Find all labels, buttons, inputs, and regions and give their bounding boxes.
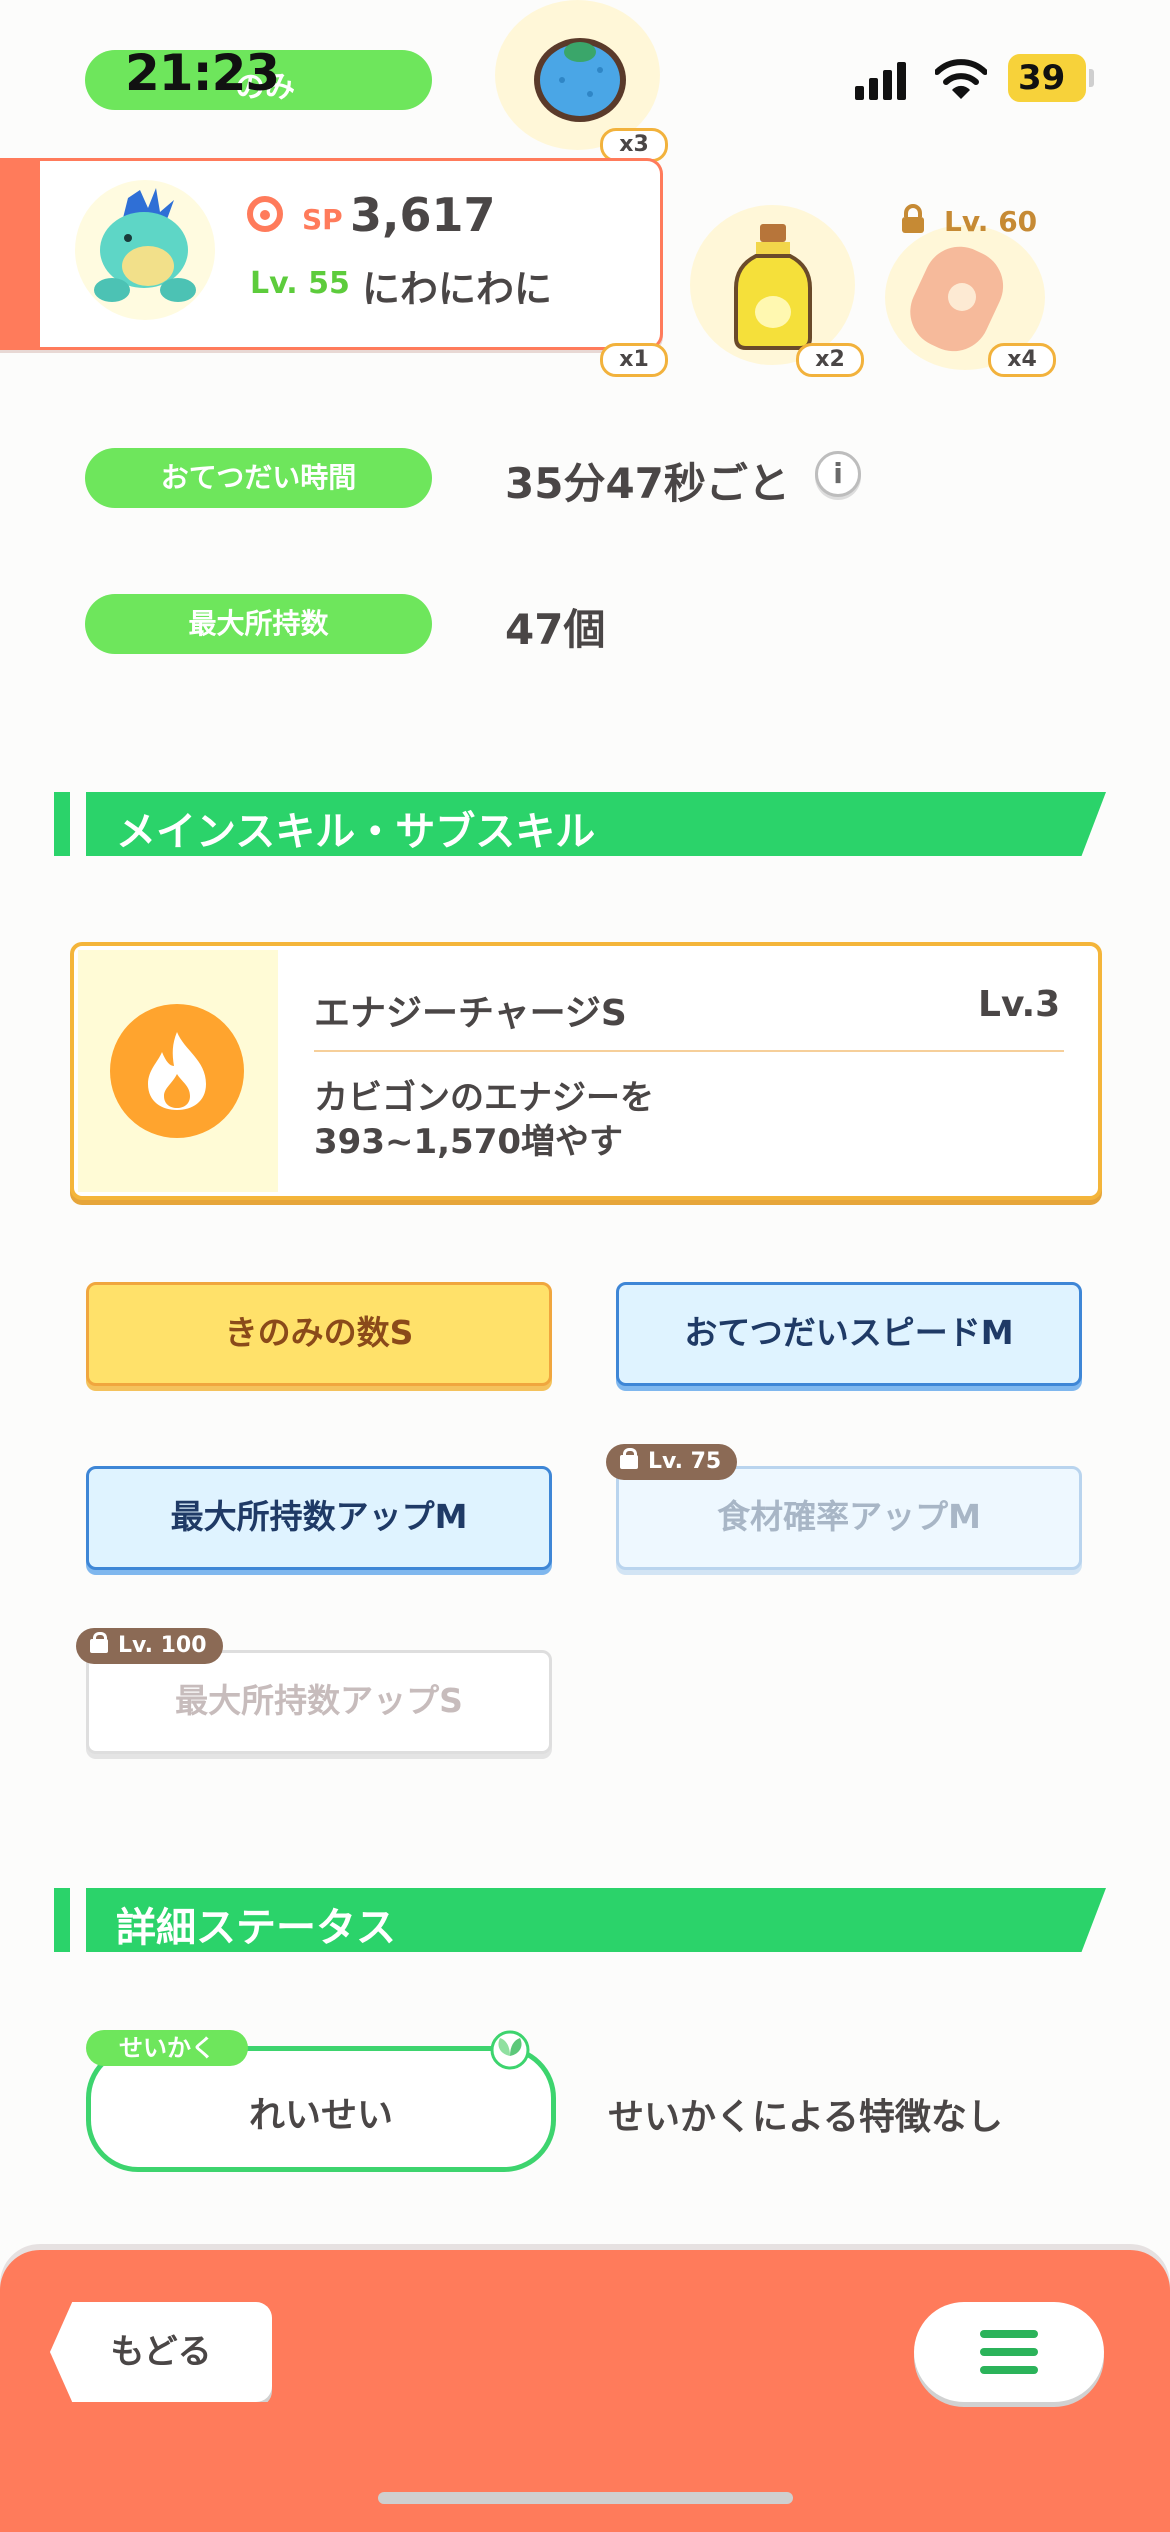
section-title-skills: メインスキル・サブスキル [116,809,596,855]
card-accent-strip [0,158,40,347]
main-skill-description: カビゴンのエナジーを 393~1,570増やす [314,1076,654,1164]
status-time: 21:23 [125,44,280,102]
section-marker [54,792,70,856]
wifi-icon [935,59,987,99]
section-marker [54,1888,70,1952]
nature-name: れいせい [248,2095,393,2136]
sub-skill-button[interactable]: 最大所持数アップM [86,1466,552,1570]
nature-description: せいかくによる特徴なし [608,2097,1003,2138]
info-icon[interactable]: i [815,451,861,497]
main-skill-name: エナジーチャージS [314,993,627,1034]
menu-button[interactable] [914,2302,1104,2402]
max-carry-label: 最大所持数 [85,594,432,654]
blue-berry-icon [534,38,626,122]
main-skill-desc-line1: カビゴンのエナジーを [314,1078,654,1118]
oil-bottle-icon [734,224,812,350]
help-time-value: 35分47秒ごと [505,459,790,508]
sub-skill-button-locked[interactable]: 最大所持数アップS [86,1650,552,1754]
sub-skill-button-locked[interactable]: 食材確率アップM [616,1466,1082,1570]
home-indicator[interactable] [378,2492,793,2504]
item-count-badge: x2 [796,343,864,377]
sausage-icon [910,246,1004,352]
help-time-label: おてつだい時間 [85,448,432,508]
item-count-badge: x4 [988,343,1056,377]
sub-skill-lock-tag: Lv. 75 [606,1444,738,1480]
pokemon-name: にわにわに [362,267,553,311]
leaf-icon [490,2030,530,2070]
sub-skill-button[interactable]: おてつだいスピードM [616,1282,1082,1386]
cellular-signal-icon [855,62,906,100]
pokeball-sp-icon [247,196,283,232]
section-title-details: 詳細ステータス [116,1905,396,1951]
max-carry-value: 47個 [505,605,606,654]
hamburger-menu-icon [980,2330,1038,2374]
flame-icon [148,1032,206,1110]
main-skill-desc-line2: 393~1,570増やす [314,1122,624,1162]
sp-value: 3,617 [350,188,496,242]
item-count-badge: x1 [600,343,668,377]
sub-skill-lock-tag: Lv. 100 [76,1628,223,1664]
battery-indicator: 39 [1008,54,1094,102]
main-skill-level: Lv.3 [978,984,1061,1025]
item-lock-level: Lv. 60 [944,205,1038,238]
nature-tag: せいかく [86,2030,248,2066]
battery-level: 39 [1018,58,1066,98]
fire-skill-icon [110,1004,244,1138]
sub-skill-button[interactable]: きのみの数S [86,1282,552,1386]
sp-label: SP [302,203,343,236]
back-button[interactable]: もどる [50,2302,272,2402]
lock-icon [902,204,924,233]
pokemon-sprite-icon [94,188,196,302]
item-count-badge: x3 [600,128,668,162]
main-skill-divider [314,1050,1064,1052]
pokemon-level: Lv. 55 [250,266,350,301]
